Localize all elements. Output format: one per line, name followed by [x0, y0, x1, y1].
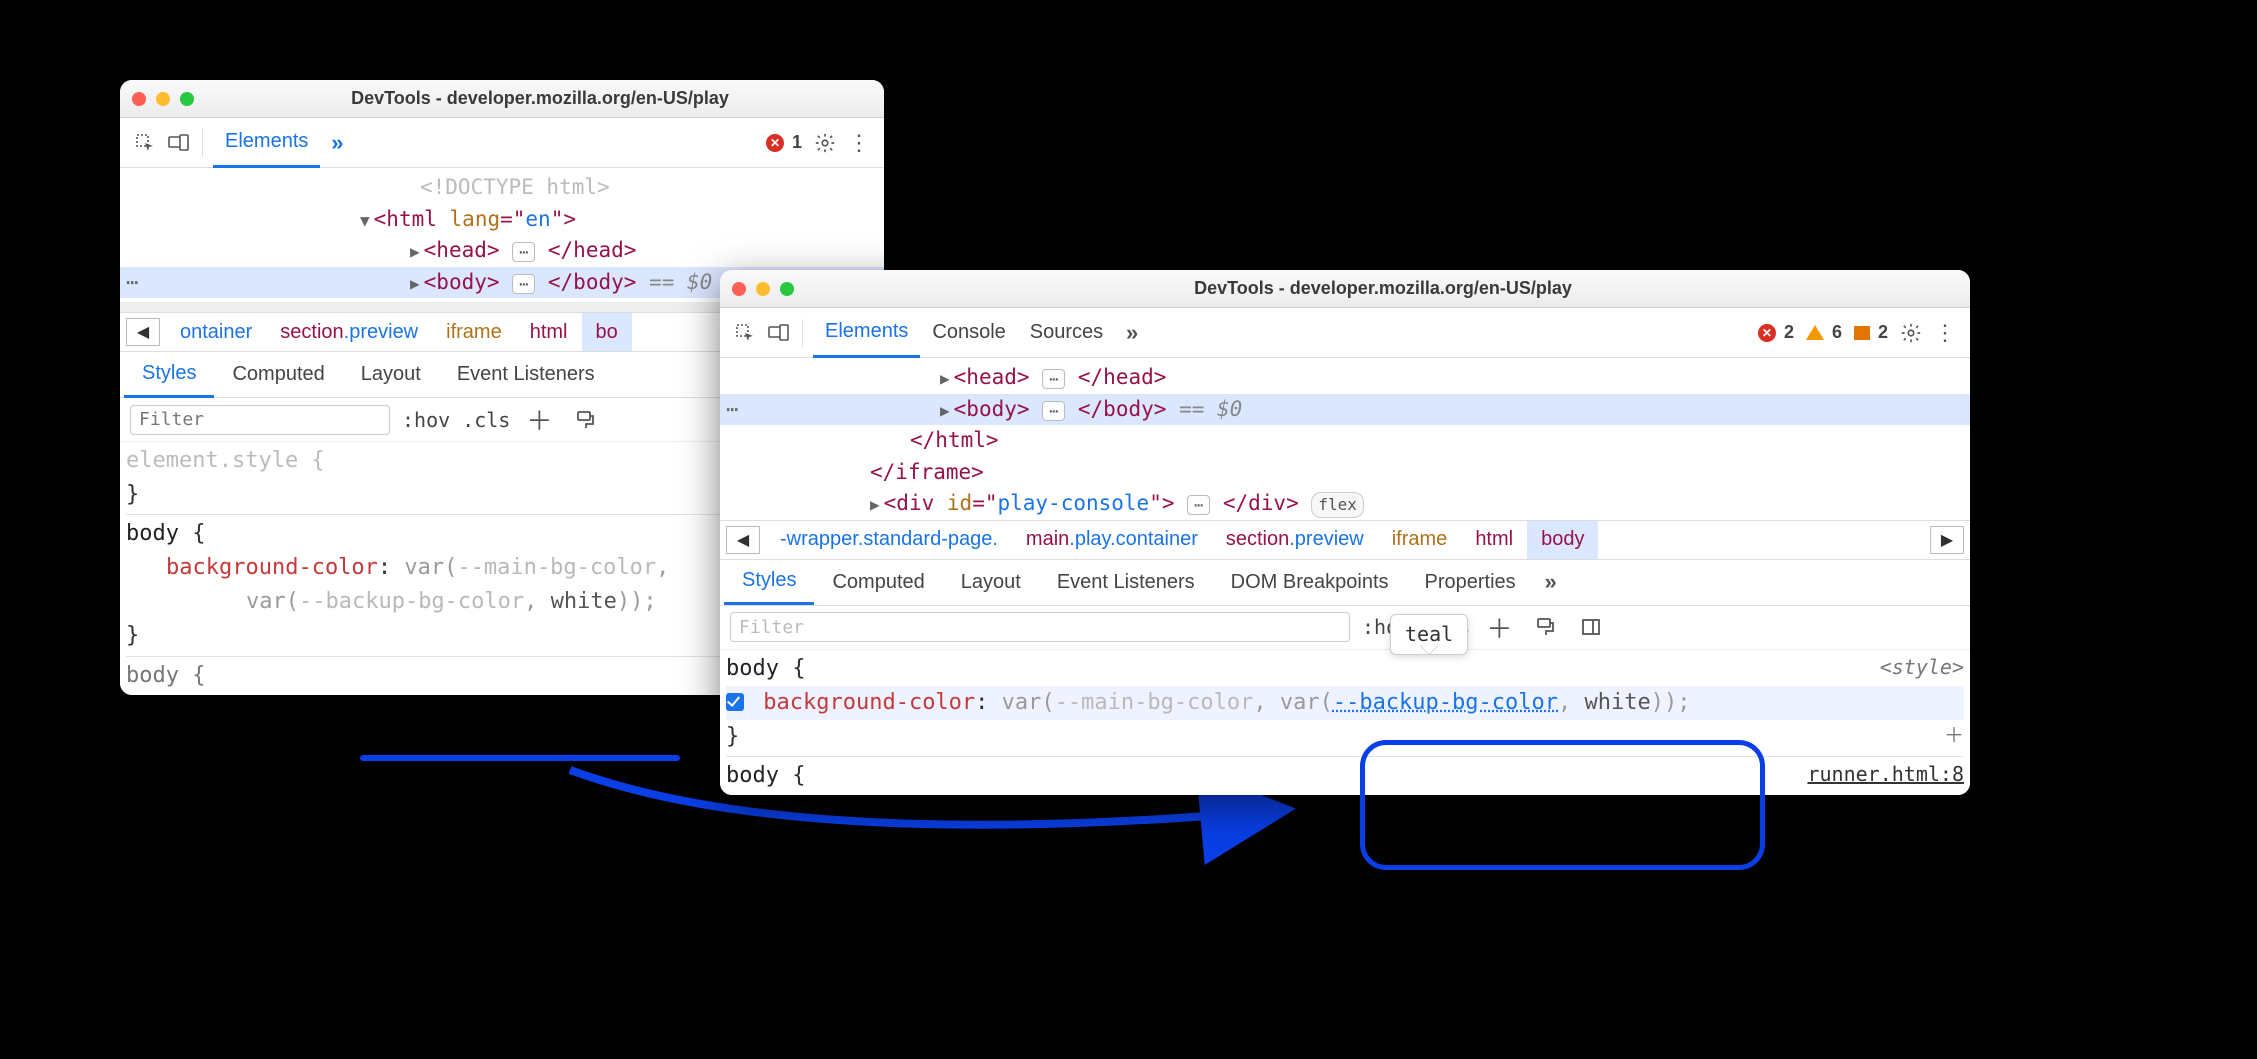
close-icon[interactable]: [732, 282, 746, 296]
inspect-icon[interactable]: [128, 126, 162, 160]
main-tabbar: Elements » ✕1 ⋮: [120, 118, 884, 168]
subtab-styles[interactable]: Styles: [124, 352, 214, 398]
flex-badge[interactable]: flex: [1311, 492, 1364, 518]
selected-node-body[interactable]: ⋯ ▶<body> ⋯ </body> == $0: [720, 394, 1970, 426]
titlebar[interactable]: DevTools - developer.mozilla.org/en-US/p…: [720, 270, 1970, 308]
crumb-section-preview[interactable]: section.preview: [266, 313, 432, 351]
error-counter[interactable]: ✕2: [1752, 322, 1800, 343]
prev-line: <!DOCTYPE html>: [120, 172, 884, 204]
tab-console[interactable]: Console: [920, 308, 1017, 358]
crumb-iframe[interactable]: iframe: [432, 313, 516, 351]
subtab-computed[interactable]: Computed: [214, 352, 342, 398]
paint-icon[interactable]: [1528, 610, 1562, 644]
more-tabs-icon[interactable]: »: [1115, 316, 1149, 350]
crumb-main-play[interactable]: main.play.container: [1012, 521, 1212, 559]
source-link[interactable]: runner.html:8: [1807, 762, 1964, 786]
subtab-layout[interactable]: Layout: [943, 559, 1039, 605]
zoom-icon[interactable]: [780, 282, 794, 296]
scroll-right-icon[interactable]: ▶: [1930, 526, 1964, 554]
kebab-icon[interactable]: ⋮: [1928, 316, 1962, 350]
crumb-body[interactable]: body: [1527, 521, 1598, 559]
window-title: DevTools - developer.mozilla.org/en-US/p…: [808, 278, 1958, 299]
main-tabbar: Elements Console Sources » ✕2 6 2 ⋮: [720, 308, 1970, 358]
computed-panel-icon[interactable]: [1574, 610, 1608, 644]
tab-elements[interactable]: Elements: [213, 118, 320, 168]
subtab-properties[interactable]: Properties: [1407, 559, 1534, 605]
subtab-event-listeners[interactable]: Event Listeners: [1039, 559, 1213, 605]
styles-tabbar: Styles Computed Layout Event Listeners D…: [720, 560, 1970, 606]
tab-elements[interactable]: Elements: [813, 308, 920, 358]
expand-ellipsis-icon[interactable]: ⋯: [512, 242, 535, 262]
warning-counter[interactable]: 6: [1800, 322, 1848, 343]
hov-toggle[interactable]: :hov: [402, 408, 450, 432]
crumb-iframe[interactable]: iframe: [1378, 521, 1462, 559]
inspect-icon[interactable]: [728, 316, 762, 350]
css-var-link[interactable]: --backup-bg-color: [1333, 690, 1558, 715]
tab-sources[interactable]: Sources: [1018, 308, 1115, 358]
filter-input[interactable]: Filter: [130, 405, 390, 435]
subtab-layout[interactable]: Layout: [343, 352, 439, 398]
crumb-html[interactable]: html: [1461, 521, 1527, 559]
cls-toggle[interactable]: .cls: [462, 408, 510, 432]
more-subtabs-icon[interactable]: »: [1534, 565, 1568, 599]
window-title: DevTools - developer.mozilla.org/en-US/p…: [208, 88, 872, 109]
scroll-left-icon[interactable]: ◀: [126, 318, 160, 346]
minimize-icon[interactable]: [156, 92, 170, 106]
paint-icon[interactable]: [568, 403, 602, 437]
styles-filter-bar: Filter :hov .cls ＋: [720, 606, 1970, 650]
crumb-wrapper[interactable]: -wrapper.standard-page.: [766, 521, 1012, 559]
new-style-rule-icon[interactable]: ＋: [522, 403, 556, 437]
subtab-event-listeners[interactable]: Event Listeners: [439, 352, 613, 398]
var-value-tooltip: teal: [1390, 614, 1468, 655]
dom-tree[interactable]: ▶<head> ⋯ </head> ⋯ ▶<body> ⋯ </body> ==…: [720, 358, 1970, 520]
subtab-dom-breakpoints[interactable]: DOM Breakpoints: [1213, 559, 1407, 605]
kebab-icon[interactable]: ⋮: [842, 126, 876, 160]
crumb-html[interactable]: html: [516, 313, 582, 351]
styles-rules[interactable]: body {<style> background-color: var(--ma…: [720, 650, 1970, 795]
more-tabs-icon[interactable]: »: [320, 126, 354, 160]
crumb-section-preview[interactable]: section.preview: [1212, 521, 1378, 559]
message-counter[interactable]: 2: [1848, 322, 1894, 343]
titlebar[interactable]: DevTools - developer.mozilla.org/en-US/p…: [120, 80, 884, 118]
subtab-computed[interactable]: Computed: [814, 559, 942, 605]
filter-input[interactable]: Filter: [730, 612, 1350, 642]
scroll-left-icon[interactable]: ◀: [726, 526, 760, 554]
new-style-rule-icon[interactable]: ＋: [1482, 610, 1516, 644]
breadcrumbs[interactable]: ◀ -wrapper.standard-page. main.play.cont…: [720, 520, 1970, 560]
property-checkbox[interactable]: [726, 693, 744, 711]
devtools-window-2: DevTools - developer.mozilla.org/en-US/p…: [720, 270, 1970, 795]
gear-icon[interactable]: [1894, 316, 1928, 350]
minimize-icon[interactable]: [756, 282, 770, 296]
expand-ellipsis-icon[interactable]: ⋯: [1042, 369, 1065, 389]
error-counter[interactable]: ✕1: [760, 132, 808, 153]
subtab-styles[interactable]: Styles: [724, 559, 814, 605]
crumb-body[interactable]: bo: [582, 313, 632, 351]
expand-ellipsis-icon[interactable]: ⋯: [512, 274, 535, 294]
gear-icon[interactable]: [808, 126, 842, 160]
crumb-container[interactable]: ontainer: [166, 313, 266, 351]
close-icon[interactable]: [132, 92, 146, 106]
expand-ellipsis-icon[interactable]: ⋯: [1042, 401, 1065, 421]
device-icon[interactable]: [762, 316, 796, 350]
expand-ellipsis-icon[interactable]: ⋯: [1187, 495, 1210, 515]
device-icon[interactable]: [162, 126, 196, 160]
zoom-icon[interactable]: [180, 92, 194, 106]
